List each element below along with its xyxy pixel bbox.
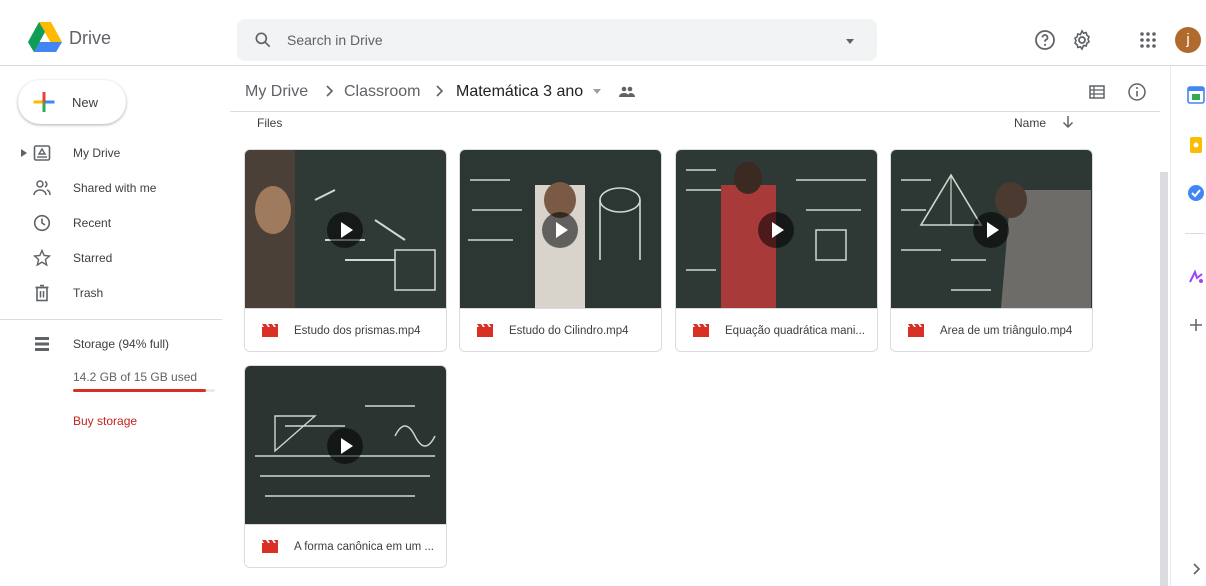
sidebar-item-storage[interactable]: Storage (94% full) bbox=[0, 328, 230, 360]
sidebar-item-label: My Drive bbox=[73, 146, 121, 160]
search-icon[interactable] bbox=[253, 30, 273, 50]
sidebar-item-starred[interactable]: Starred bbox=[0, 242, 230, 274]
files-section-label: Files bbox=[257, 116, 283, 130]
new-button-label: New bbox=[72, 95, 99, 110]
play-icon[interactable] bbox=[327, 428, 363, 464]
addon-icon[interactable] bbox=[1187, 268, 1205, 286]
rail-divider bbox=[1185, 233, 1205, 234]
sort-by-name-button[interactable]: Name bbox=[1014, 116, 1046, 130]
shared-folder-people-icon bbox=[619, 86, 635, 97]
sort-arrow-down-icon[interactable] bbox=[1062, 115, 1074, 129]
expand-panel-chevron-icon[interactable] bbox=[1187, 560, 1205, 578]
file-card-footer[interactable]: A forma canônica em um ... bbox=[245, 524, 446, 567]
storage-progress-bar bbox=[73, 389, 215, 392]
file-card-footer[interactable]: Equação quadrática mani... bbox=[676, 308, 877, 351]
app-name[interactable]: Drive bbox=[69, 28, 111, 49]
play-icon[interactable] bbox=[327, 212, 363, 248]
video-file-icon bbox=[693, 324, 709, 337]
file-card[interactable]: Estudo dos prismas.mp4 bbox=[244, 149, 447, 352]
storage-label: Storage (94% full) bbox=[73, 337, 170, 351]
play-icon[interactable] bbox=[973, 212, 1009, 248]
file-name: Estudo do Cilindro.mp4 bbox=[509, 325, 629, 337]
file-name: Equação quadrática mani... bbox=[725, 325, 866, 337]
chevron-right-icon bbox=[436, 85, 444, 97]
file-card[interactable]: A forma canônica em um ... bbox=[244, 365, 447, 568]
calendar-icon[interactable] bbox=[1187, 86, 1205, 104]
vertical-scrollbar[interactable] bbox=[1160, 172, 1168, 586]
help-icon[interactable] bbox=[1033, 28, 1057, 52]
sidebar-item-label: Trash bbox=[73, 286, 104, 300]
my-drive-icon bbox=[33, 145, 51, 161]
breadcrumb-item[interactable]: My Drive bbox=[245, 83, 308, 101]
breadcrumb: My Drive Classroom Matemática 3 ano bbox=[230, 70, 1160, 112]
video-file-icon bbox=[262, 540, 278, 553]
play-icon[interactable] bbox=[758, 212, 794, 248]
account-avatar[interactable]: j bbox=[1175, 27, 1201, 53]
tasks-icon[interactable] bbox=[1187, 184, 1205, 202]
settings-gear-icon[interactable] bbox=[1070, 28, 1094, 52]
storage-progress-fill bbox=[73, 389, 207, 392]
clock-icon bbox=[33, 214, 51, 232]
buy-storage-link[interactable]: Buy storage bbox=[73, 414, 137, 428]
plus-icon bbox=[33, 92, 55, 112]
file-name: Estudo dos prismas.mp4 bbox=[294, 325, 421, 337]
sidebar-item-shared[interactable]: Shared with me bbox=[0, 172, 230, 204]
breadcrumb-current[interactable]: Matemática 3 ano bbox=[456, 83, 583, 101]
chevron-right-icon bbox=[326, 85, 334, 97]
top-bar: Drive j bbox=[0, 0, 1206, 66]
info-icon[interactable] bbox=[1127, 82, 1147, 102]
video-file-icon bbox=[262, 324, 278, 337]
file-card-footer[interactable]: Área de um triângulo.mp4 bbox=[891, 308, 1092, 351]
sidebar-item-label: Recent bbox=[73, 216, 112, 230]
file-card[interactable]: Estudo do Cilindro.mp4 bbox=[459, 149, 662, 352]
sidebar-item-label: Shared with me bbox=[73, 181, 157, 195]
keep-icon[interactable] bbox=[1187, 136, 1205, 154]
file-card-footer[interactable]: Estudo dos prismas.mp4 bbox=[245, 308, 446, 351]
get-addons-plus-icon[interactable] bbox=[1187, 316, 1205, 334]
play-icon[interactable] bbox=[542, 212, 578, 248]
drive-logo-icon[interactable] bbox=[28, 22, 62, 52]
apps-grid-icon[interactable] bbox=[1136, 28, 1160, 52]
sidebar-item-recent[interactable]: Recent bbox=[0, 207, 230, 239]
sidebar-item-label: Starred bbox=[73, 251, 113, 265]
file-name: A forma canônica em um ... bbox=[294, 541, 434, 553]
star-icon bbox=[33, 249, 51, 267]
search-bar[interactable] bbox=[237, 19, 877, 61]
file-card[interactable]: Equação quadrática mani... bbox=[675, 149, 878, 352]
file-card[interactable]: Área de um triângulo.mp4 bbox=[890, 149, 1093, 352]
chevron-down-icon[interactable] bbox=[592, 86, 602, 96]
sidebar-item-trash[interactable]: Trash bbox=[0, 277, 230, 309]
expand-arrow-icon[interactable] bbox=[20, 149, 28, 157]
video-file-icon bbox=[477, 324, 493, 337]
storage-usage-text: 14.2 GB of 15 GB used bbox=[73, 370, 198, 384]
sidebar-divider bbox=[0, 319, 222, 320]
list-view-icon[interactable] bbox=[1088, 84, 1106, 100]
search-options-caret-icon[interactable] bbox=[842, 33, 858, 49]
sidebar-item-my-drive[interactable]: My Drive bbox=[0, 137, 230, 169]
new-button[interactable]: New bbox=[18, 80, 126, 124]
trash-icon bbox=[35, 284, 49, 302]
file-name: Área de um triângulo.mp4 bbox=[940, 325, 1073, 337]
file-card-footer[interactable]: Estudo do Cilindro.mp4 bbox=[460, 308, 661, 351]
search-input[interactable] bbox=[287, 29, 807, 51]
breadcrumb-item[interactable]: Classroom bbox=[344, 83, 420, 101]
video-file-icon bbox=[908, 324, 924, 337]
shared-icon bbox=[33, 180, 51, 196]
storage-icon bbox=[35, 337, 49, 351]
